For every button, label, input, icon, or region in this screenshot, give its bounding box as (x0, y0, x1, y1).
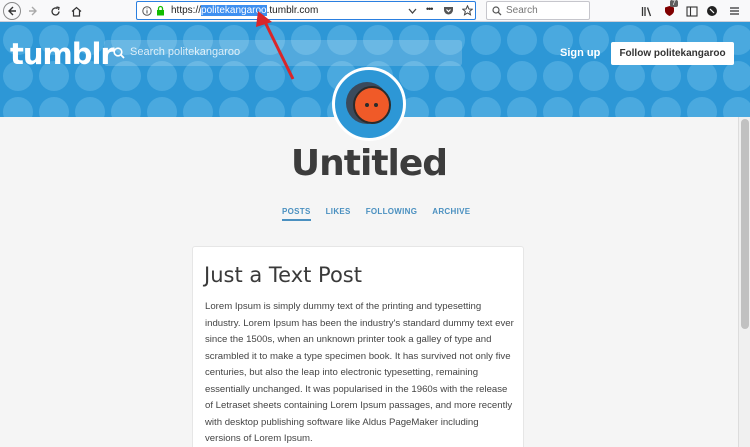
browser-toolbar: https://politekangaroo.tumblr.com ••• Se… (0, 0, 750, 22)
search-icon (492, 6, 502, 16)
browser-search-placeholder: Search (506, 5, 538, 16)
library-glyph-icon (641, 6, 652, 16)
reload-icon (50, 5, 60, 16)
dark-reader-icon (707, 6, 717, 16)
sidebar-toggle-icon[interactable] (685, 4, 699, 18)
pocket-icon[interactable] (443, 5, 454, 16)
extension-shield-icon[interactable]: 7 (662, 0, 678, 18)
url-bar[interactable]: https://politekangaroo.tumblr.com ••• (136, 1, 476, 20)
avatar-icon (346, 82, 391, 124)
post-body: Lorem Ipsum is simply dummy text of the … (205, 301, 514, 444)
blog-search-input[interactable]: Search politekangaroo (104, 40, 462, 66)
sidebar-glyph-icon (686, 5, 698, 17)
url-text[interactable]: https://politekangaroo.tumblr.com (171, 5, 318, 16)
back-button[interactable] (3, 2, 21, 20)
forward-button[interactable] (24, 2, 42, 20)
scrollbar-thumb[interactable] (741, 119, 749, 329)
follow-button[interactable]: Follow politekangaroo (611, 42, 734, 65)
home-button[interactable] (67, 2, 85, 20)
tab-archive[interactable]: ARCHIVE (432, 207, 470, 221)
tab-likes[interactable]: LIKES (326, 207, 351, 221)
tab-following[interactable]: FOLLOWING (366, 207, 418, 221)
blog-nav: POSTS LIKES FOLLOWING ARCHIVE (282, 207, 470, 221)
blog-title: Untitled (290, 143, 448, 184)
reload-button[interactable] (46, 2, 64, 20)
library-icon[interactable] (640, 4, 654, 18)
text-post: Just a Text Post Lorem Ipsum is simply d… (192, 246, 524, 447)
blog-avatar[interactable] (332, 67, 406, 141)
page-scrollbar[interactable] (738, 117, 750, 447)
browser-search-input[interactable]: Search (486, 1, 590, 20)
extension-badge: 7 (670, 0, 678, 7)
post-title: Just a Text Post (204, 263, 362, 287)
back-arrow-icon (8, 6, 16, 16)
sign-up-link[interactable]: Sign up (560, 47, 600, 59)
info-icon (142, 6, 152, 16)
home-icon (71, 6, 81, 17)
tab-posts[interactable]: POSTS (282, 207, 311, 221)
hamburger-icon (729, 7, 739, 15)
page-actions-icon[interactable]: ••• (426, 4, 434, 14)
url-highlight: politekangaroo (201, 5, 267, 16)
bookmark-star-icon[interactable] (462, 5, 473, 16)
blog-search-placeholder: Search politekangaroo (130, 46, 241, 58)
tumblr-logo[interactable]: tumblr (10, 37, 115, 71)
forward-arrow-icon (29, 6, 37, 16)
menu-icon[interactable] (727, 4, 741, 18)
chevron-down-icon[interactable] (408, 7, 417, 15)
extension-circle-icon[interactable] (705, 4, 719, 18)
search-icon (113, 47, 125, 59)
lock-icon (157, 5, 164, 16)
